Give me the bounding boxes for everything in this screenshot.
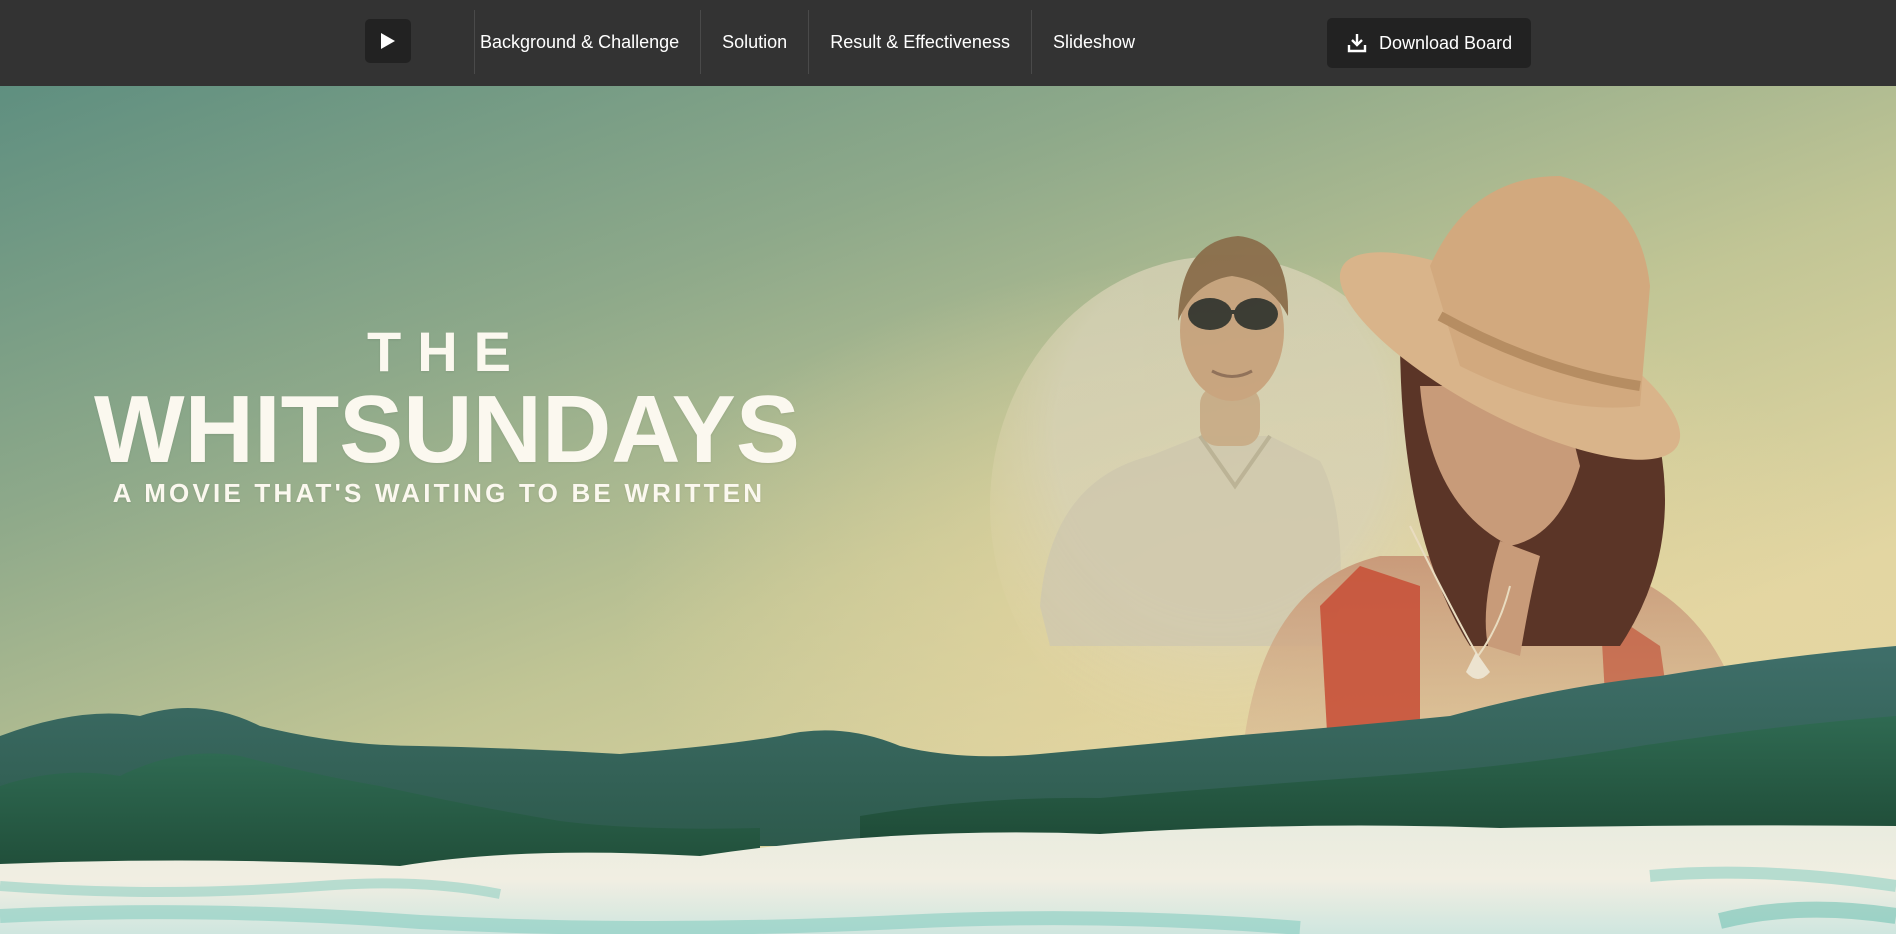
download-board-label: Download Board	[1379, 32, 1513, 53]
play-icon	[381, 33, 395, 49]
nav-background-challenge[interactable]: Background & Challenge	[474, 10, 700, 74]
title-whitsundays: WHITSUNDAYS	[94, 376, 800, 483]
nav-solution[interactable]: Solution	[700, 10, 808, 74]
hero-illustration	[0, 176, 1896, 934]
nav-slideshow[interactable]: Slideshow	[1030, 10, 1156, 74]
nav-result-effectiveness[interactable]: Result & Effectiveness	[808, 10, 1031, 74]
hero-banner: THE WHITSUNDAYS A MOVIE THAT'S WAITING T…	[0, 86, 1896, 934]
section-nav: Background & Challenge Solution Result &…	[474, 10, 1156, 74]
play-button[interactable]	[365, 19, 411, 63]
title-tagline: A MOVIE THAT'S WAITING TO BE WRITTEN	[112, 478, 766, 508]
top-toolbar: Background & Challenge Solution Result &…	[0, 0, 1896, 86]
download-icon	[1347, 34, 1367, 53]
title-the: THE	[367, 320, 527, 383]
movie-title-block: THE WHITSUNDAYS A MOVIE THAT'S WAITING T…	[94, 320, 800, 509]
download-board-button[interactable]: Download Board	[1327, 18, 1531, 68]
